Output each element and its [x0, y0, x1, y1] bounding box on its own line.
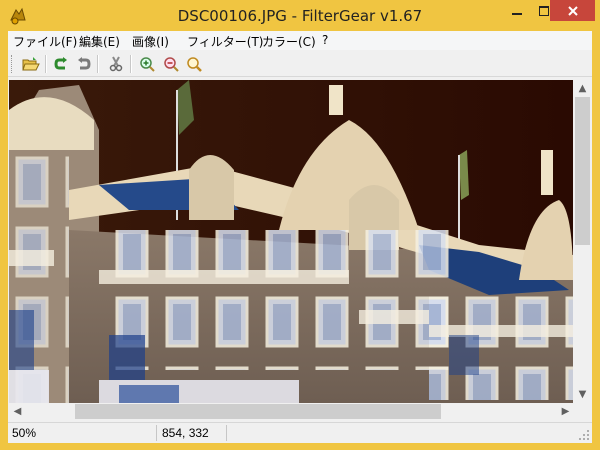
open-folder-icon — [22, 57, 40, 71]
scroll-right-arrow-icon[interactable]: ▶ — [557, 403, 574, 420]
toolbar — [8, 51, 592, 77]
redo-button[interactable] — [74, 54, 94, 74]
vertical-scroll-thumb[interactable] — [575, 97, 590, 245]
horizontal-scrollbar[interactable]: ◀ ▶ — [9, 403, 574, 420]
zoom-in-button[interactable] — [137, 54, 157, 74]
status-coordinates: 854, 332 — [162, 426, 209, 440]
cut-icon — [109, 56, 123, 72]
vertical-scrollbar[interactable]: ▲ ▼ — [574, 80, 591, 403]
zoom-actual-button[interactable] — [184, 54, 204, 74]
cut-button[interactable] — [106, 54, 126, 74]
toolbar-separator — [97, 55, 99, 73]
status-divider — [226, 425, 227, 441]
redo-icon — [78, 57, 91, 70]
close-icon — [567, 5, 578, 16]
client-area: ファイル(F) 編集(E) 画像(I) フィルター(T) カラー(C) ? ▲ … — [8, 31, 592, 443]
zoom-out-button[interactable] — [161, 54, 181, 74]
toolbar-grip[interactable] — [11, 55, 14, 73]
minimize-icon — [511, 13, 522, 15]
maximize-icon — [538, 6, 549, 16]
menu-image[interactable]: 画像(I) — [132, 33, 169, 50]
horizontal-scroll-thumb[interactable] — [75, 404, 441, 419]
title-bar[interactable]: DSC00106.JPG - FilterGear v1.67 — [0, 0, 600, 31]
image-canvas[interactable] — [9, 80, 573, 403]
scroll-up-arrow-icon[interactable]: ▲ — [574, 80, 591, 97]
zoom-out-icon — [164, 57, 179, 72]
toolbar-separator — [130, 55, 132, 73]
menu-help[interactable]: ? — [322, 33, 328, 47]
open-button[interactable] — [21, 54, 41, 74]
status-divider — [156, 425, 157, 441]
magnifier-icon — [187, 57, 202, 72]
close-button[interactable] — [550, 0, 595, 21]
undo-icon — [54, 57, 67, 70]
resize-grip-icon[interactable] — [578, 429, 590, 441]
scroll-left-arrow-icon[interactable]: ◀ — [9, 403, 26, 420]
menu-bar: ファイル(F) 編集(E) 画像(I) フィルター(T) カラー(C) ? — [8, 31, 592, 51]
app-window: DSC00106.JPG - FilterGear v1.67 ファイル(F) … — [0, 0, 600, 450]
zoom-in-icon — [140, 57, 155, 72]
photo-negative-building — [9, 80, 573, 403]
status-bar: 50% 854, 332 — [8, 422, 592, 443]
menu-file[interactable]: ファイル(F) — [13, 33, 77, 50]
toolbar-separator — [45, 55, 47, 73]
menu-filter[interactable]: フィルター(T) — [187, 33, 263, 50]
status-zoom: 50% — [12, 426, 37, 440]
undo-button[interactable] — [51, 54, 71, 74]
menu-color[interactable]: カラー(C) — [262, 33, 316, 50]
scroll-corner — [574, 403, 591, 420]
menu-edit[interactable]: 編集(E) — [79, 33, 120, 50]
scroll-down-arrow-icon[interactable]: ▼ — [574, 386, 591, 403]
minimize-button[interactable] — [503, 1, 530, 21]
